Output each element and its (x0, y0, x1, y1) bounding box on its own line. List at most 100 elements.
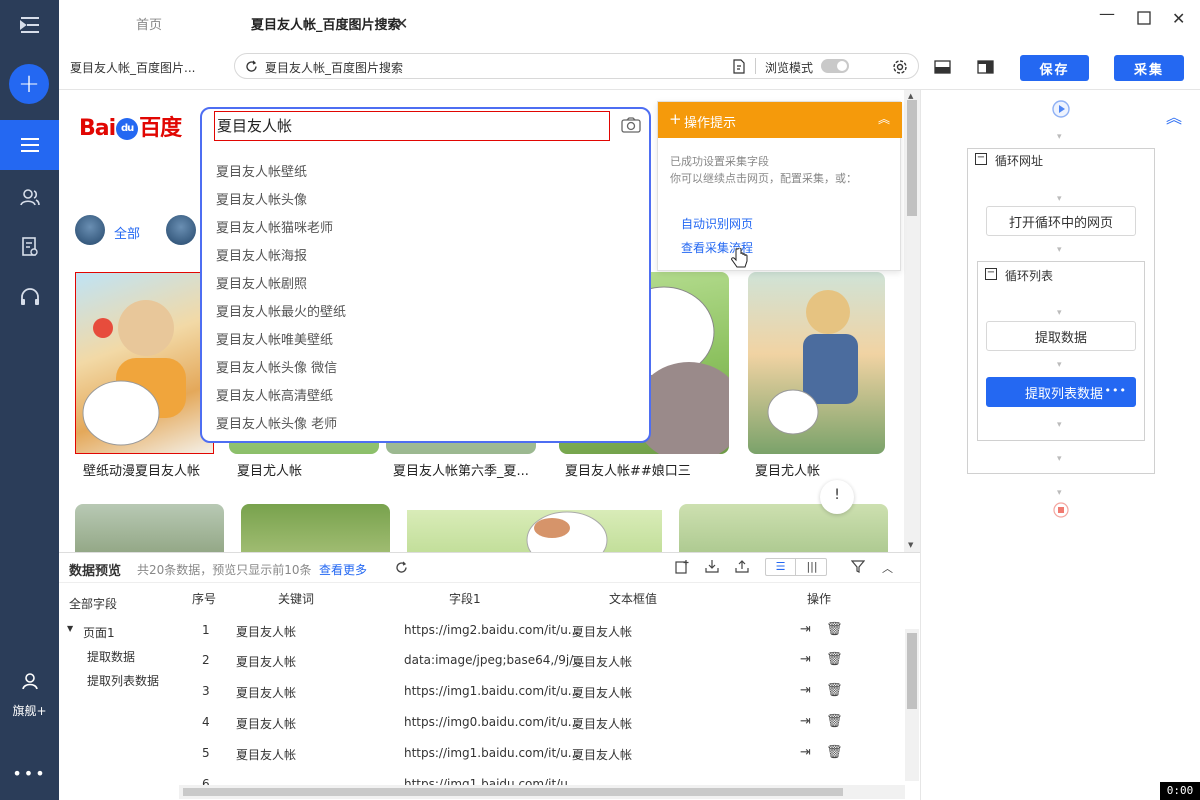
collapse-preview-icon[interactable]: ︿ (882, 560, 893, 576)
download-icon[interactable] (705, 559, 719, 573)
headset-icon[interactable] (0, 272, 59, 322)
view-more-link[interactable]: 查看更多 (319, 561, 367, 578)
suggestion-item[interactable]: 夏目友人帐海报 (216, 245, 307, 264)
column-header: 序号 (192, 592, 217, 606)
suggestion-item[interactable]: 夏目友人帐剧照 (216, 273, 307, 292)
image-thumb[interactable] (748, 272, 885, 454)
collapse-loop-list-icon[interactable]: − (985, 268, 997, 280)
delete-icon[interactable]: 🗑 (826, 622, 843, 637)
collapse-panel-icon[interactable]: ︽ (1166, 104, 1182, 128)
plan-label[interactable]: 旗舰+ (0, 702, 59, 719)
loop-url-title[interactable]: 循环网址 (995, 152, 1043, 169)
delete-icon[interactable]: 🗑 (826, 714, 843, 729)
close-window-icon[interactable]: ✕ (1172, 9, 1185, 28)
edit-icon[interactable]: ⇥ (800, 714, 811, 729)
image-caption[interactable]: 夏目友人帐##娘口三 (565, 460, 691, 479)
settings-gear-icon[interactable] (892, 59, 908, 75)
preview-subtitle: 共20条数据，预览只显示前10条 (137, 563, 312, 577)
task-list-icon[interactable] (0, 120, 59, 170)
tree-item[interactable]: 提取数据 (87, 648, 135, 665)
suggestion-item[interactable]: 夏目友人帐唯美壁纸 (216, 329, 333, 348)
edit-icon[interactable]: ⇥ (800, 622, 811, 637)
image-thumb[interactable] (407, 510, 662, 552)
delete-icon[interactable]: 🗑 (826, 683, 843, 698)
minimize-icon[interactable]: — (1099, 4, 1115, 23)
save-button[interactable]: 保存 (1020, 55, 1089, 81)
close-tab-icon[interactable]: ✕ (395, 0, 408, 46)
suggestion-item[interactable]: 夏目友人帐头像 (216, 189, 307, 208)
refresh-icon[interactable] (395, 561, 408, 574)
delete-icon[interactable]: 🗑 (826, 745, 843, 760)
users-icon[interactable] (0, 172, 59, 222)
collapse-up-icon[interactable]: ︽ (878, 110, 890, 127)
play-start-icon[interactable] (1052, 100, 1070, 118)
upload-icon[interactable] (735, 559, 749, 573)
image-thumb[interactable] (75, 504, 224, 552)
image-thumb[interactable] (75, 272, 214, 454)
preview-scrollbar[interactable] (905, 629, 919, 781)
suggestion-item[interactable]: 夏目友人帐最火的壁纸 (216, 301, 346, 320)
column-header: 关键词 (278, 592, 315, 606)
edit-icon[interactable]: ⇥ (800, 683, 811, 698)
auto-detect-link[interactable]: 自动识别网页 (681, 215, 753, 232)
add-field-icon[interactable] (675, 559, 689, 574)
browser-scrollbar[interactable]: ▲ ▼ (904, 90, 920, 552)
view-switch: ☰ ||| (765, 558, 827, 576)
page-script-icon[interactable] (732, 59, 746, 74)
layout-bottom-icon[interactable] (934, 60, 951, 74)
camera-icon[interactable] (621, 117, 641, 133)
tree-page[interactable]: 页面1 (83, 624, 115, 641)
collapse-loop-icon[interactable]: − (975, 153, 987, 165)
extract-data-step[interactable]: 提取数据 (986, 321, 1136, 351)
extract-list-step[interactable]: 提取列表数据 ••• (986, 377, 1136, 407)
timer: 0:00 (1160, 782, 1200, 800)
tab-active[interactable]: 夏目友人帐_百度图片搜索 (251, 0, 401, 46)
edit-icon[interactable]: ⇥ (800, 745, 811, 760)
scrollbar-thumb[interactable] (907, 633, 917, 709)
preview-h-scrollbar[interactable] (179, 785, 905, 799)
image-caption[interactable]: 壁纸动漫夏目友人帐 (83, 460, 200, 479)
search-input[interactable]: 夏目友人帐 (214, 111, 610, 141)
url-input[interactable]: 夏目友人帐_百度图片搜索 浏览模式 (234, 53, 919, 79)
list-view-icon[interactable]: ☰ (766, 559, 796, 575)
column-view-icon[interactable]: ||| (797, 559, 827, 575)
suggestion-item[interactable]: 夏目友人帐高清壁纸 (216, 385, 333, 404)
step-more-icon[interactable]: ••• (1105, 384, 1127, 397)
baidu-logo[interactable]: Bai du 百度 (79, 110, 182, 142)
layout-right-icon[interactable] (977, 60, 994, 74)
filter-all-avatar[interactable] (75, 215, 105, 245)
new-task-button[interactable]: + (9, 64, 49, 104)
image-thumb[interactable] (241, 504, 390, 552)
loop-list-title[interactable]: 循环列表 (1005, 267, 1053, 284)
suggestion-item[interactable]: 夏目友人帐头像 微信 (216, 357, 337, 376)
tree-item[interactable]: 提取列表数据 (87, 672, 159, 689)
scrollbar-thumb[interactable] (183, 788, 843, 796)
hint-header[interactable]: + 操作提示 ︽ (658, 102, 902, 138)
maximize-icon[interactable] (1137, 10, 1151, 29)
image-caption[interactable]: 夏目尤人帐 (755, 460, 820, 479)
hand-cursor-icon (731, 248, 748, 268)
filter-all[interactable]: 全部 (114, 223, 140, 242)
browse-mode-toggle[interactable] (821, 59, 849, 73)
image-caption[interactable]: 夏目友人帐第六季_夏... (393, 460, 529, 479)
suggestion-item[interactable]: 夏目友人帐头像 老师 (216, 413, 337, 432)
feedback-icon[interactable]: ! (820, 480, 854, 514)
filter-avatar[interactable] (166, 215, 196, 245)
collect-button[interactable]: 采集 (1114, 55, 1184, 81)
expand-tree-icon[interactable]: ▼ (67, 624, 73, 633)
edit-icon[interactable]: ⇥ (800, 652, 811, 667)
more-icon[interactable]: ••• (0, 748, 59, 798)
image-thumb[interactable] (679, 504, 888, 552)
scrollbar-thumb[interactable] (907, 100, 917, 216)
open-page-step[interactable]: 打开循环中的网页 (986, 206, 1136, 236)
image-caption[interactable]: 夏目尤人帐 (237, 460, 302, 479)
reload-icon[interactable] (245, 60, 258, 73)
tab-home[interactable]: 首页 (136, 0, 162, 46)
account-icon[interactable] (0, 656, 59, 706)
suggestion-item[interactable]: 夏目友人帐壁纸 (216, 161, 307, 180)
collapse-nav-icon[interactable] (0, 0, 59, 50)
document-icon[interactable] (0, 222, 59, 272)
suggestion-item[interactable]: 夏目友人帐猫咪老师 (216, 217, 333, 236)
filter-icon[interactable] (851, 560, 865, 574)
delete-icon[interactable]: 🗑 (826, 652, 843, 667)
